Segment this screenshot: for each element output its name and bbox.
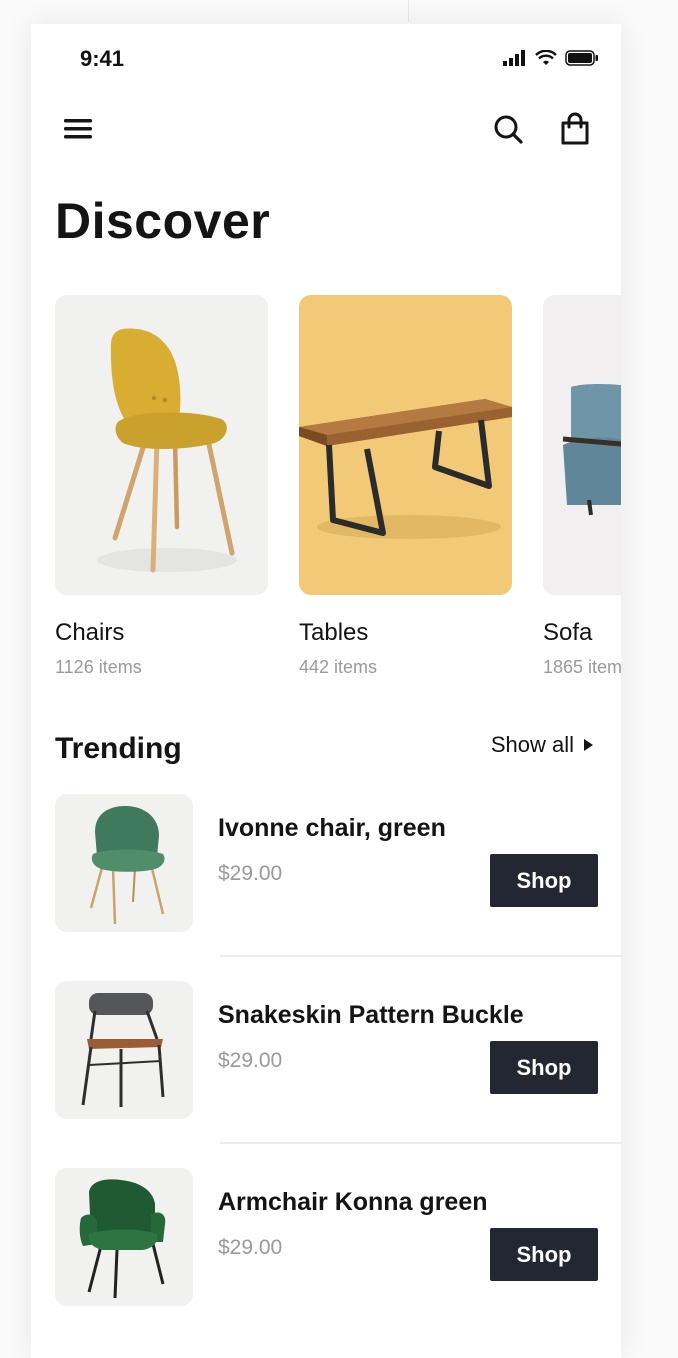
- category-card-tables[interactable]: [299, 295, 512, 595]
- category-name-tables: Tables: [299, 619, 369, 646]
- shopping-bag-icon[interactable]: [558, 112, 592, 146]
- battery-icon: [565, 50, 598, 66]
- product-thumbnail: [55, 1168, 193, 1306]
- category-name-chairs: Chairs: [55, 619, 125, 646]
- hamburger-menu-icon[interactable]: [61, 112, 95, 146]
- show-all-link[interactable]: Show all: [491, 732, 593, 758]
- sofa-image: [543, 295, 621, 595]
- list-item[interactable]: Armchair Konna green $29.00 Shop: [55, 1168, 621, 1306]
- category-count-sofa: 1865 items: [543, 657, 621, 677]
- product-price: $29.00: [218, 1236, 283, 1259]
- status-icons: [503, 50, 599, 66]
- category-carousel: Chairs 1126 items Tables 442 items Sofa …: [31, 295, 621, 695]
- green-chair-image: [55, 794, 193, 932]
- product-name: Armchair Konna green: [218, 1188, 488, 1216]
- trending-title: Trending: [55, 732, 182, 765]
- product-thumbnail: [55, 794, 193, 932]
- category-card-chairs[interactable]: [55, 295, 268, 595]
- category-count-chairs: 1126 items: [55, 657, 142, 677]
- chair-image: [55, 295, 268, 595]
- list-item[interactable]: Ivonne chair, green $29.00 Shop: [55, 794, 621, 932]
- list-divider: [220, 1142, 621, 1144]
- wifi-icon: [535, 50, 557, 65]
- category-card-sofa[interactable]: [543, 295, 621, 595]
- show-all-label: Show all: [490, 732, 574, 757]
- app-screen: 9:41 Discover Chairs 1126 items Tables 4…: [31, 24, 621, 1358]
- category-name-sofa: Sofa: [543, 619, 593, 646]
- shop-button[interactable]: Shop: [490, 1041, 598, 1094]
- product-name: Ivonne chair, green: [218, 814, 446, 842]
- list-item[interactable]: Snakeskin Pattern Buckle $29.00 Shop: [55, 981, 621, 1119]
- search-icon[interactable]: [491, 112, 525, 146]
- category-count-tables: 442 items: [299, 657, 378, 677]
- status-time: 9:41: [80, 46, 125, 71]
- list-divider: [220, 955, 621, 957]
- background-divider: [408, 0, 409, 22]
- table-image: [299, 295, 512, 595]
- play-arrow-icon: [584, 739, 593, 751]
- product-thumbnail: [55, 981, 193, 1119]
- shop-button[interactable]: Shop: [490, 1228, 598, 1281]
- product-price: $29.00: [218, 1049, 283, 1072]
- page-title: Discover: [55, 193, 271, 249]
- buckle-chair-image: [55, 981, 193, 1119]
- shop-button[interactable]: Shop: [490, 854, 598, 907]
- signal-icon: [503, 50, 525, 66]
- product-price: $29.00: [218, 862, 283, 885]
- screen-background: 9:41 Discover Chairs 1126 items Tables 4…: [0, 0, 678, 1358]
- product-name: Snakeskin Pattern Buckle: [218, 1001, 524, 1029]
- armchair-image: [55, 1168, 193, 1306]
